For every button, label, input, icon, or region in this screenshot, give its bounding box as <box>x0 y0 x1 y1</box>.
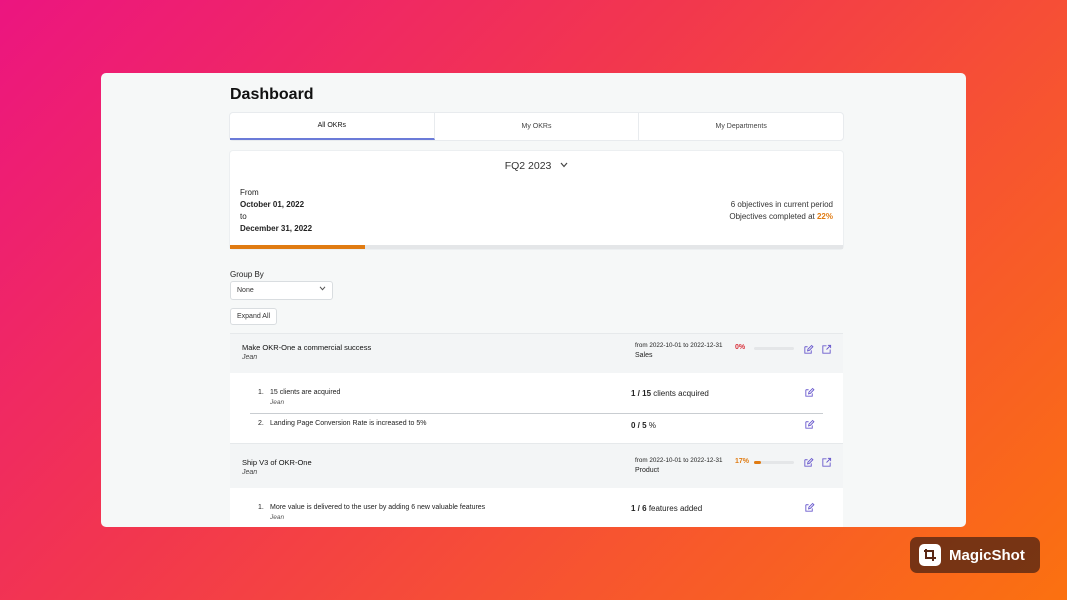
objective-list: Make OKR-One a commercial success Jean f… <box>230 333 843 527</box>
key-result-unit: features added <box>648 504 703 513</box>
chevron-down-icon <box>560 160 568 170</box>
tab-bar: All OKRs My OKRs My Departments <box>230 113 843 140</box>
key-result-value: 1 / 6 features added <box>631 504 702 513</box>
key-result-current: 0 / 5 <box>631 421 647 430</box>
key-result-row[interactable]: 2. Landing Page Conversion Rate is incre… <box>250 413 823 443</box>
objective-range: from 2022-10-01 to 2022-12-31 <box>635 342 723 349</box>
key-result-row[interactable]: 1. More value is delivered to the user b… <box>250 488 823 527</box>
period-summary: 6 objectives in current period Objective… <box>729 199 833 223</box>
objective-owner: Jean <box>242 469 258 476</box>
pencil-square-icon[interactable] <box>803 457 814 468</box>
chevron-down-icon <box>319 286 326 293</box>
objective-row[interactable]: Ship V3 of OKR-One Jean from 2022-10-01 … <box>230 443 843 488</box>
to-label: to <box>240 212 247 221</box>
tab-my-okrs[interactable]: My OKRs <box>435 113 640 140</box>
completed-label: Objectives completed at <box>729 212 815 221</box>
objective-progress-fill <box>754 461 761 464</box>
objective-range: from 2022-10-01 to 2022-12-31 <box>635 457 723 464</box>
objective-progress-bar <box>754 461 794 464</box>
objective-department: Product <box>635 467 660 474</box>
key-result-unit: clients acquired <box>653 389 709 398</box>
to-date: December 31, 2022 <box>240 224 313 233</box>
tab-all-okrs[interactable]: All OKRs <box>230 113 435 140</box>
key-result-value: 0 / 5 % <box>631 421 656 430</box>
objective-progress-bar <box>754 347 794 350</box>
period-progress-fill <box>230 245 365 249</box>
external-link-icon[interactable] <box>821 344 832 355</box>
crop-logo-icon <box>919 544 941 566</box>
objective-pct: 0% <box>735 344 746 351</box>
key-result-row[interactable]: 1. 15 clients are acquired Jean 1 / 15 c… <box>250 373 823 413</box>
key-result-number: 2. <box>258 420 264 427</box>
period-selector[interactable]: FQ2 2023 <box>230 160 843 172</box>
period-progress-bar <box>230 245 843 249</box>
brand-name: MagicShot <box>949 546 1025 564</box>
objective-title: Make OKR-One a commercial success <box>242 343 372 352</box>
key-result-title: 15 clients are acquired <box>270 389 341 396</box>
key-result-current: 1 / 15 <box>631 389 652 398</box>
pencil-square-icon[interactable] <box>804 387 815 398</box>
key-result-title: Landing Page Conversion Rate is increase… <box>270 420 427 427</box>
completed-line: Objectives completed at 22% <box>729 211 833 223</box>
app-window: Dashboard All OKRs My OKRs My Department… <box>101 73 966 527</box>
objective-owner: Jean <box>242 354 258 361</box>
group-by-label: Group By <box>230 270 264 279</box>
from-label: From <box>240 188 259 197</box>
pencil-square-icon[interactable] <box>804 419 815 430</box>
from-date: October 01, 2022 <box>240 200 305 209</box>
external-link-icon[interactable] <box>821 457 832 468</box>
key-result-value: 1 / 15 clients acquired <box>631 389 709 398</box>
key-result-unit: % <box>648 421 656 430</box>
key-result-number: 1. <box>258 504 264 511</box>
brand-badge: MagicShot <box>910 537 1040 573</box>
key-result-number: 1. <box>258 389 264 396</box>
key-results-block: 1. 15 clients are acquired Jean 1 / 15 c… <box>230 373 843 443</box>
period-card: FQ2 2023 From October 01, 2022 to Decemb… <box>230 151 843 249</box>
objective-pct: 17% <box>735 458 750 465</box>
key-result-title: More value is delivered to the user by a… <box>270 504 486 511</box>
objective-row[interactable]: Make OKR-One a commercial success Jean f… <box>230 333 843 373</box>
completed-pct: 22% <box>816 212 833 221</box>
pencil-square-icon[interactable] <box>804 502 815 513</box>
group-by-value: None <box>237 287 254 294</box>
objectives-count: 6 objectives in current period <box>730 200 833 209</box>
key-result-current: 1 / 6 <box>631 504 647 513</box>
period-dates: From October 01, 2022 to December 31, 20… <box>240 187 312 235</box>
objective-title: Ship V3 of OKR-One <box>242 458 312 467</box>
tab-my-departments[interactable]: My Departments <box>639 113 843 140</box>
key-result-owner: Jean <box>270 399 285 406</box>
key-results-block: 1. More value is delivered to the user b… <box>230 488 843 527</box>
pencil-square-icon[interactable] <box>803 344 814 355</box>
key-result-owner: Jean <box>270 514 285 521</box>
expand-all-button[interactable]: Expand All <box>230 308 278 325</box>
objective-department: Sales <box>635 352 653 359</box>
group-by-select[interactable]: None <box>230 281 333 300</box>
period-selected: FQ2 2023 <box>504 160 552 172</box>
page-title: Dashboard <box>230 86 314 103</box>
